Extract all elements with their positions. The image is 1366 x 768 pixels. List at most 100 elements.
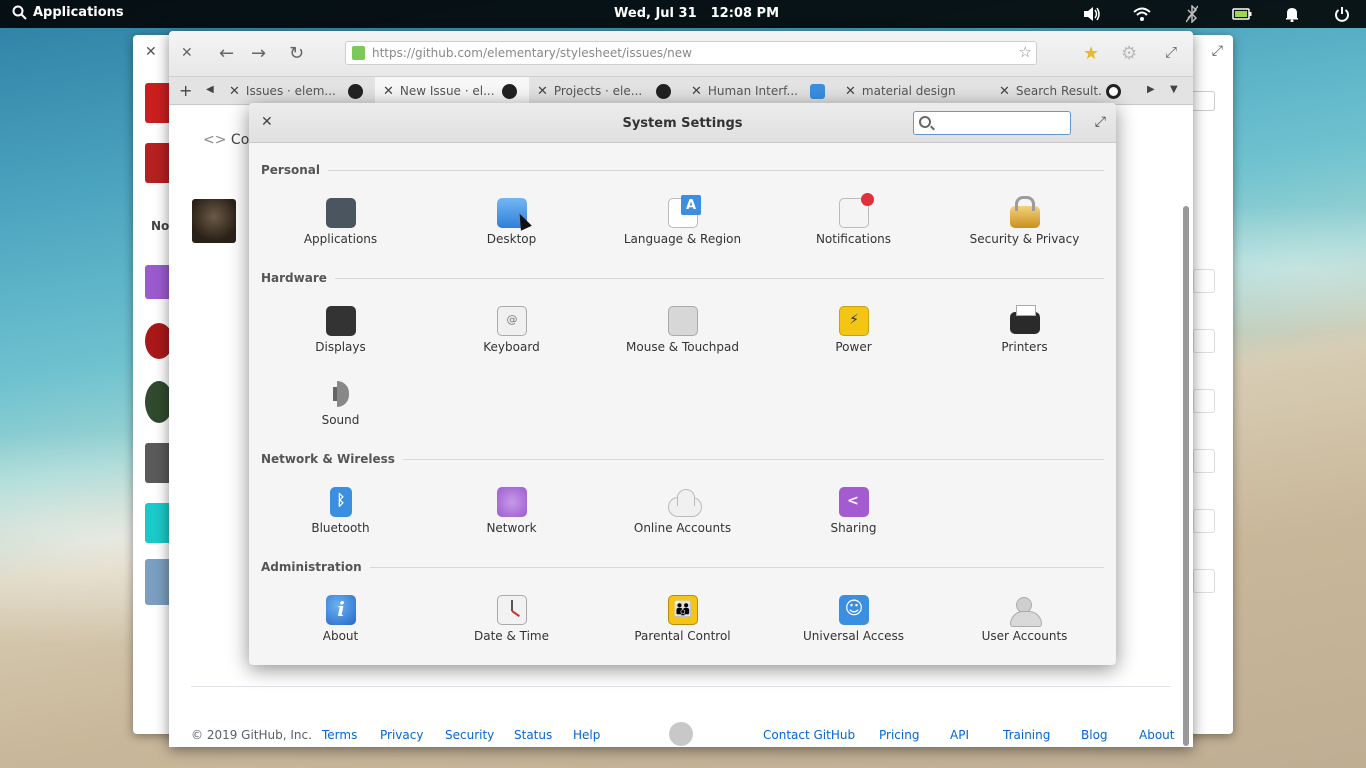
users-icon	[1010, 595, 1042, 627]
input-field[interactable]	[1193, 269, 1215, 293]
tab-label: New Issue · el...	[399, 84, 495, 98]
info-icon	[326, 595, 356, 625]
bookmarks-star-icon[interactable]: ★	[1083, 43, 1099, 64]
tab[interactable]: ✕ New Issue · el...	[375, 77, 529, 105]
plug-desktop[interactable]: Desktop	[426, 198, 597, 268]
plug-keyboard[interactable]: Keyboard	[426, 306, 597, 376]
maximize-icon[interactable]: ⤢	[1212, 43, 1223, 59]
tab-close-icon[interactable]: ✕	[229, 84, 240, 99]
wifi-icon[interactable]	[1132, 4, 1152, 24]
datetime-indicator[interactable]: Wed, Jul 31 12:08 PM	[614, 6, 779, 21]
tab-close-icon[interactable]: ✕	[537, 84, 548, 99]
section-title: Administration	[261, 560, 362, 574]
reload-icon[interactable]: ↻	[289, 43, 304, 64]
plug-printers[interactable]: Printers	[939, 305, 1110, 376]
footer-link-api[interactable]: API	[950, 728, 969, 742]
maximize-icon[interactable]: ⤢	[1095, 114, 1106, 130]
footer: © 2019 GitHub, Inc. Terms Privacy Securi…	[191, 722, 1174, 746]
plug-applications[interactable]: Applications	[255, 198, 426, 268]
plug-label: Mouse & Touchpad	[626, 340, 739, 354]
plug-network[interactable]: Network	[426, 487, 597, 557]
section-administration: Administration	[261, 560, 1104, 574]
search-input[interactable]	[938, 114, 1066, 132]
section-title: Network & Wireless	[261, 452, 395, 466]
plug-sharing[interactable]: Sharing	[768, 487, 939, 557]
cloud-icon	[668, 487, 702, 517]
plug-mouse-touchpad[interactable]: Mouse & Touchpad	[597, 306, 768, 376]
plug-notifications[interactable]: Notifications	[768, 193, 939, 268]
applications-label: Applications	[33, 5, 124, 20]
plug-date-time[interactable]: Date & Time	[426, 595, 597, 665]
tab-close-icon[interactable]: ✕	[999, 84, 1010, 99]
plug-displays[interactable]: Displays	[255, 306, 426, 376]
plug-parental-control[interactable]: Parental Control	[597, 595, 768, 665]
bluetooth-icon[interactable]	[1182, 4, 1202, 24]
search-icon	[919, 116, 931, 128]
plug-language-region[interactable]: Language & Region	[597, 195, 768, 268]
tab[interactable]: ✕ Issues · elem...	[221, 77, 375, 105]
footer-link-training[interactable]: Training	[1003, 728, 1050, 742]
dropdown[interactable]	[1191, 91, 1215, 111]
settings-gear-icon[interactable]: ⚙	[1121, 43, 1137, 64]
bookmark-star-icon[interactable]: ☆	[1019, 43, 1032, 61]
input-field[interactable]	[1193, 509, 1215, 533]
tab[interactable]: ✕ Projects · ele...	[529, 77, 683, 105]
close-icon[interactable]: ✕	[145, 44, 157, 60]
github-logo-icon[interactable]	[669, 722, 693, 746]
footer-link-about[interactable]: About	[1139, 728, 1174, 742]
scrollbar[interactable]	[1183, 206, 1189, 746]
search-box[interactable]	[913, 111, 1071, 135]
time-text: 12:08 PM	[710, 6, 780, 21]
plug-label: Bluetooth	[311, 521, 370, 535]
footer-link-contact[interactable]: Contact GitHub	[763, 728, 855, 742]
plug-sound[interactable]: Sound	[255, 379, 426, 449]
url-bar[interactable]: https://github.com/elementary/stylesheet…	[345, 41, 1037, 65]
power-icon[interactable]	[1332, 4, 1352, 24]
maximize-icon[interactable]: ⤢	[1165, 43, 1177, 61]
lock-icon	[1010, 196, 1040, 228]
notifications-icon[interactable]	[1282, 4, 1302, 24]
footer-link-terms[interactable]: Terms	[322, 728, 357, 742]
plug-online-accounts[interactable]: Online Accounts	[597, 487, 768, 557]
plug-label: Network	[486, 521, 537, 535]
footer-link-pricing[interactable]: Pricing	[879, 728, 919, 742]
tab[interactable]: ✕ Human Interf...	[683, 77, 837, 105]
tab-close-icon[interactable]: ✕	[383, 84, 394, 99]
lock-icon	[352, 46, 365, 60]
tab[interactable]: ✕ material design ...	[837, 77, 991, 105]
sidebar-label: No	[151, 219, 170, 233]
battery-icon[interactable]	[1232, 4, 1252, 24]
back-icon[interactable]: ←	[219, 43, 234, 64]
plug-security-privacy[interactable]: Security & Privacy	[939, 196, 1110, 268]
input-field[interactable]	[1193, 569, 1215, 593]
tab-list-icon[interactable]: ▼	[1170, 84, 1178, 95]
plug-user-accounts[interactable]: User Accounts	[939, 595, 1110, 665]
footer-link-help[interactable]: Help	[573, 728, 600, 742]
close-icon[interactable]: ✕	[181, 45, 193, 61]
plug-universal-access[interactable]: Universal Access	[768, 595, 939, 665]
plug-about[interactable]: About	[255, 595, 426, 665]
tab-close-icon[interactable]: ✕	[691, 84, 702, 99]
language-icon	[668, 195, 701, 228]
input-field[interactable]	[1193, 449, 1215, 473]
footer-link-privacy[interactable]: Privacy	[380, 728, 423, 742]
tab[interactable]: ✕ Search Result...	[991, 77, 1131, 105]
plug-power[interactable]: Power	[768, 306, 939, 376]
footer-link-status[interactable]: Status	[514, 728, 552, 742]
forward-icon[interactable]: →	[251, 43, 266, 64]
input-field[interactable]	[1193, 389, 1215, 413]
footer-link-blog[interactable]: Blog	[1081, 728, 1108, 742]
tab-close-icon[interactable]: ✕	[845, 84, 856, 99]
plug-bluetooth[interactable]: Bluetooth	[255, 487, 426, 557]
scroll-right-icon[interactable]: ▶	[1147, 84, 1155, 95]
footer-link-security[interactable]: Security	[445, 728, 494, 742]
new-tab-icon[interactable]: +	[179, 81, 192, 100]
top-panel: Applications Wed, Jul 31 12:08 PM	[0, 0, 1366, 28]
tab-label: Human Interf...	[707, 84, 798, 98]
sound-icon[interactable]	[1082, 4, 1102, 24]
tab-label: Projects · ele...	[553, 84, 643, 98]
avatar[interactable]	[192, 199, 236, 243]
input-field[interactable]	[1193, 329, 1215, 353]
scroll-left-icon[interactable]: ◀	[206, 84, 214, 95]
applications-menu[interactable]: Applications	[12, 5, 124, 20]
